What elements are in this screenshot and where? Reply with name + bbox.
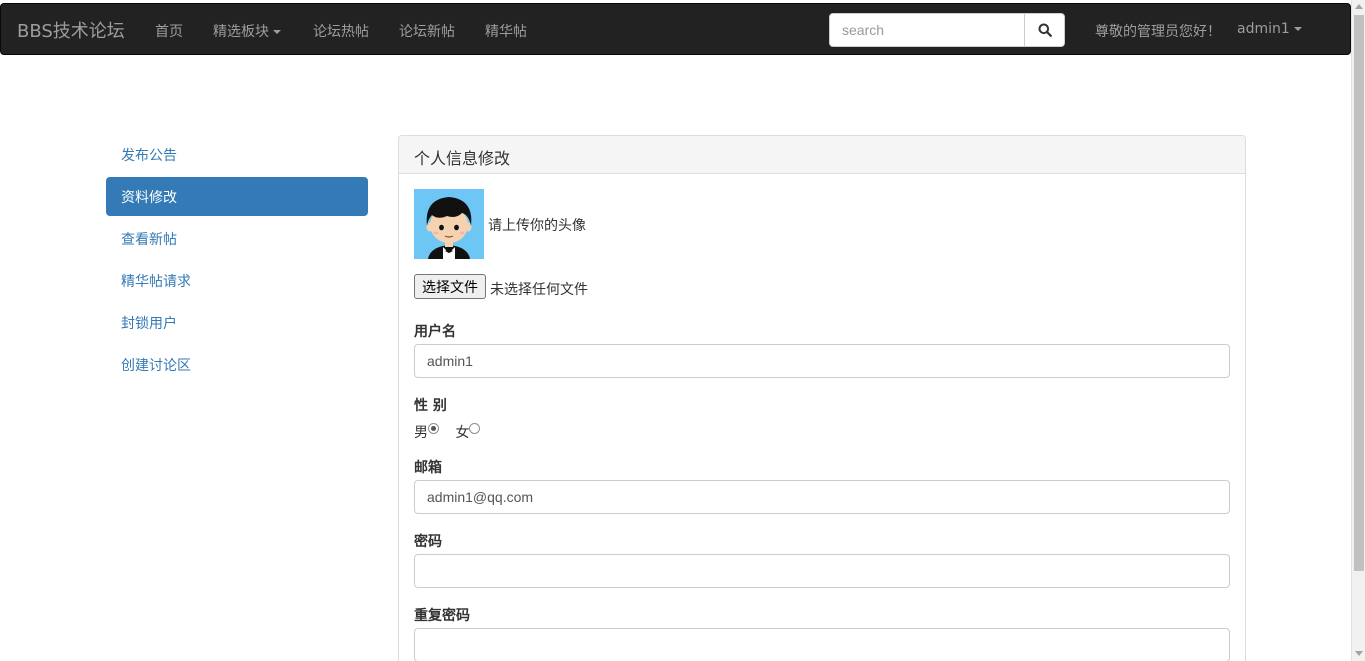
gender-female-radio[interactable] <box>469 423 481 434</box>
search-button[interactable] <box>1024 13 1065 47</box>
nav-essence-posts[interactable]: 精华帖 <box>485 21 527 41</box>
avatar-cartoon-image <box>414 189 484 259</box>
user-menu-label: admin1 <box>1237 21 1290 37</box>
scroll-up-arrow-icon[interactable] <box>1355 4 1363 9</box>
sidebar-item-view-new-posts[interactable]: 查看新帖 <box>106 219 368 258</box>
profile-edit-panel: 个人信息修改 请上传你的头像 选择文件 未选择任何文件 用户名 性 别 男 女 … <box>398 135 1246 661</box>
gender-radio-group: 男 女 <box>414 422 481 442</box>
nav-home[interactable]: 首页 <box>155 21 183 41</box>
top-navbar: BBS技术论坛 首页 精选板块 论坛热帖 论坛新帖 精华帖 尊敬的管理员您好！ … <box>0 3 1351 55</box>
panel-title: 个人信息修改 <box>399 136 1245 174</box>
caret-down-icon <box>1293 27 1302 31</box>
email-label: 邮箱 <box>414 460 442 476</box>
username-label: 用户名 <box>414 324 456 340</box>
avatar-upload-hint: 请上传你的头像 <box>488 218 586 234</box>
gender-male-radio[interactable] <box>428 423 439 434</box>
caret-down-icon <box>273 30 281 34</box>
user-menu[interactable]: admin1 <box>1237 21 1302 37</box>
sidebar-item-block-users[interactable]: 封锁用户 <box>106 303 368 342</box>
username-field[interactable] <box>414 344 1230 378</box>
scrollbar-thumb[interactable] <box>1354 15 1364 571</box>
sidebar-item-post-announcement[interactable]: 发布公告 <box>106 135 368 174</box>
sidebar-item-create-forum[interactable]: 创建讨论区 <box>106 345 368 384</box>
scroll-down-arrow-icon[interactable] <box>1355 651 1363 656</box>
choose-file-button[interactable]: 选择文件 <box>414 274 486 299</box>
sidebar-item-essence-requests[interactable]: 精华帖请求 <box>106 261 368 300</box>
password-field[interactable] <box>414 554 1230 588</box>
nav-featured-boards[interactable]: 精选板块 <box>213 21 281 41</box>
file-status-text: 未选择任何文件 <box>490 282 588 298</box>
brand-logo[interactable]: BBS技术论坛 <box>17 17 125 43</box>
search-icon <box>1038 23 1052 37</box>
repeat-password-label: 重复密码 <box>414 608 470 624</box>
gender-female-label: 女 <box>455 425 470 441</box>
gender-label: 性 别 <box>414 398 447 414</box>
gender-male-label: 男 <box>414 425 428 441</box>
admin-greeting: 尊敬的管理员您好！ <box>1095 24 1221 40</box>
sidebar-item-edit-profile[interactable]: 资料修改 <box>106 177 368 216</box>
email-field[interactable] <box>414 480 1230 514</box>
password-label: 密码 <box>414 534 442 550</box>
avatar <box>414 189 484 259</box>
nav-featured-boards-label: 精选板块 <box>213 24 269 40</box>
nav-hot-posts[interactable]: 论坛热帖 <box>313 21 369 41</box>
page-scrollbar[interactable] <box>1351 0 1365 661</box>
search-input[interactable] <box>829 13 1025 47</box>
nav-new-posts[interactable]: 论坛新帖 <box>399 21 455 41</box>
repeat-password-field[interactable] <box>414 628 1230 661</box>
